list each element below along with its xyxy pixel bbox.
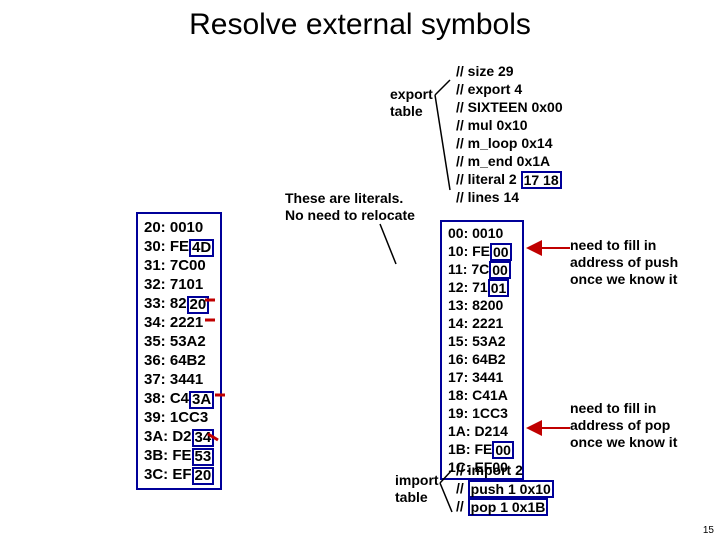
mem-line: 00: 0010: [448, 224, 514, 242]
mem-line: 3B: FE53: [144, 446, 214, 465]
comment-line: // size 29: [456, 62, 563, 80]
mem-line: 32: 7101: [144, 275, 214, 294]
mem-line: 36: 64B2: [144, 351, 214, 370]
comment-line: // m_loop 0x14: [456, 134, 563, 152]
mem-line: 34: 2221: [144, 313, 214, 332]
note-line: These are literals.: [285, 190, 415, 207]
mem-line: 33: 8220: [144, 294, 214, 313]
mem-line: 17: 3441: [448, 368, 514, 386]
mem-line: 11: 7C00: [448, 260, 514, 278]
note-line: No need to relocate: [285, 207, 415, 224]
mem-line: 10: FE00: [448, 242, 514, 260]
mem-line: 16: 64B2: [448, 350, 514, 368]
push-note: need to fill in address of push once we …: [570, 237, 678, 288]
page-number: 15: [703, 525, 714, 536]
page-title: Resolve external symbols: [0, 0, 720, 42]
mem-line: 14: 2221: [448, 314, 514, 332]
comment-line: // mul 0x10: [456, 116, 563, 134]
mem-line: 3A: D234: [144, 427, 214, 446]
comment-line: // SIXTEEN 0x00: [456, 98, 563, 116]
note-line: once we know it: [570, 271, 678, 288]
pop-note: need to fill in address of pop once we k…: [570, 400, 677, 451]
import-table-label: import table: [395, 472, 439, 506]
comment-line: // push 1 0x10: [456, 479, 554, 497]
note-line: need to fill in: [570, 400, 677, 417]
mem-line: 39: 1CC3: [144, 408, 214, 427]
left-memory-box: 20: 0010 30: FE4D 31: 7C00 32: 7101 33: …: [136, 212, 222, 490]
literals-note: These are literals. No need to relocate: [285, 190, 415, 224]
mem-line: 19: 1CC3: [448, 404, 514, 422]
mem-line: 31: 7C00: [144, 256, 214, 275]
mem-line: 30: FE4D: [144, 237, 214, 256]
comment-line: // lines 14: [456, 188, 563, 206]
right-memory-box: 00: 0010 10: FE00 11: 7C00 12: 7101 13: …: [440, 220, 524, 480]
note-line: once we know it: [570, 434, 677, 451]
comment-line: // import 2: [456, 461, 554, 479]
mem-line: 1A: D214: [448, 422, 514, 440]
import-comments-block: // import 2 // push 1 0x10 // pop 1 0x1B: [456, 461, 554, 515]
mem-line: 1B: FE00: [448, 440, 514, 458]
mem-line: 18: C41A: [448, 386, 514, 404]
mem-line: 37: 3441: [144, 370, 214, 389]
note-line: address of pop: [570, 417, 677, 434]
mem-line: 35: 53A2: [144, 332, 214, 351]
mem-line: 38: C43A: [144, 389, 214, 408]
export-table-label: export table: [390, 86, 433, 120]
comment-line: // literal 2 17 18: [456, 170, 563, 188]
comment-line: // m_end 0x1A: [456, 152, 563, 170]
mem-line: 3C: EF20: [144, 465, 214, 484]
mem-line: 13: 8200: [448, 296, 514, 314]
note-line: need to fill in: [570, 237, 678, 254]
note-line: address of push: [570, 254, 678, 271]
mem-line: 12: 7101: [448, 278, 514, 296]
mem-line: 15: 53A2: [448, 332, 514, 350]
mem-line: 20: 0010: [144, 218, 214, 237]
comment-line: // pop 1 0x1B: [456, 497, 554, 515]
comment-line: // export 4: [456, 80, 563, 98]
export-comments-block: // size 29 // export 4 // SIXTEEN 0x00 /…: [456, 62, 563, 206]
